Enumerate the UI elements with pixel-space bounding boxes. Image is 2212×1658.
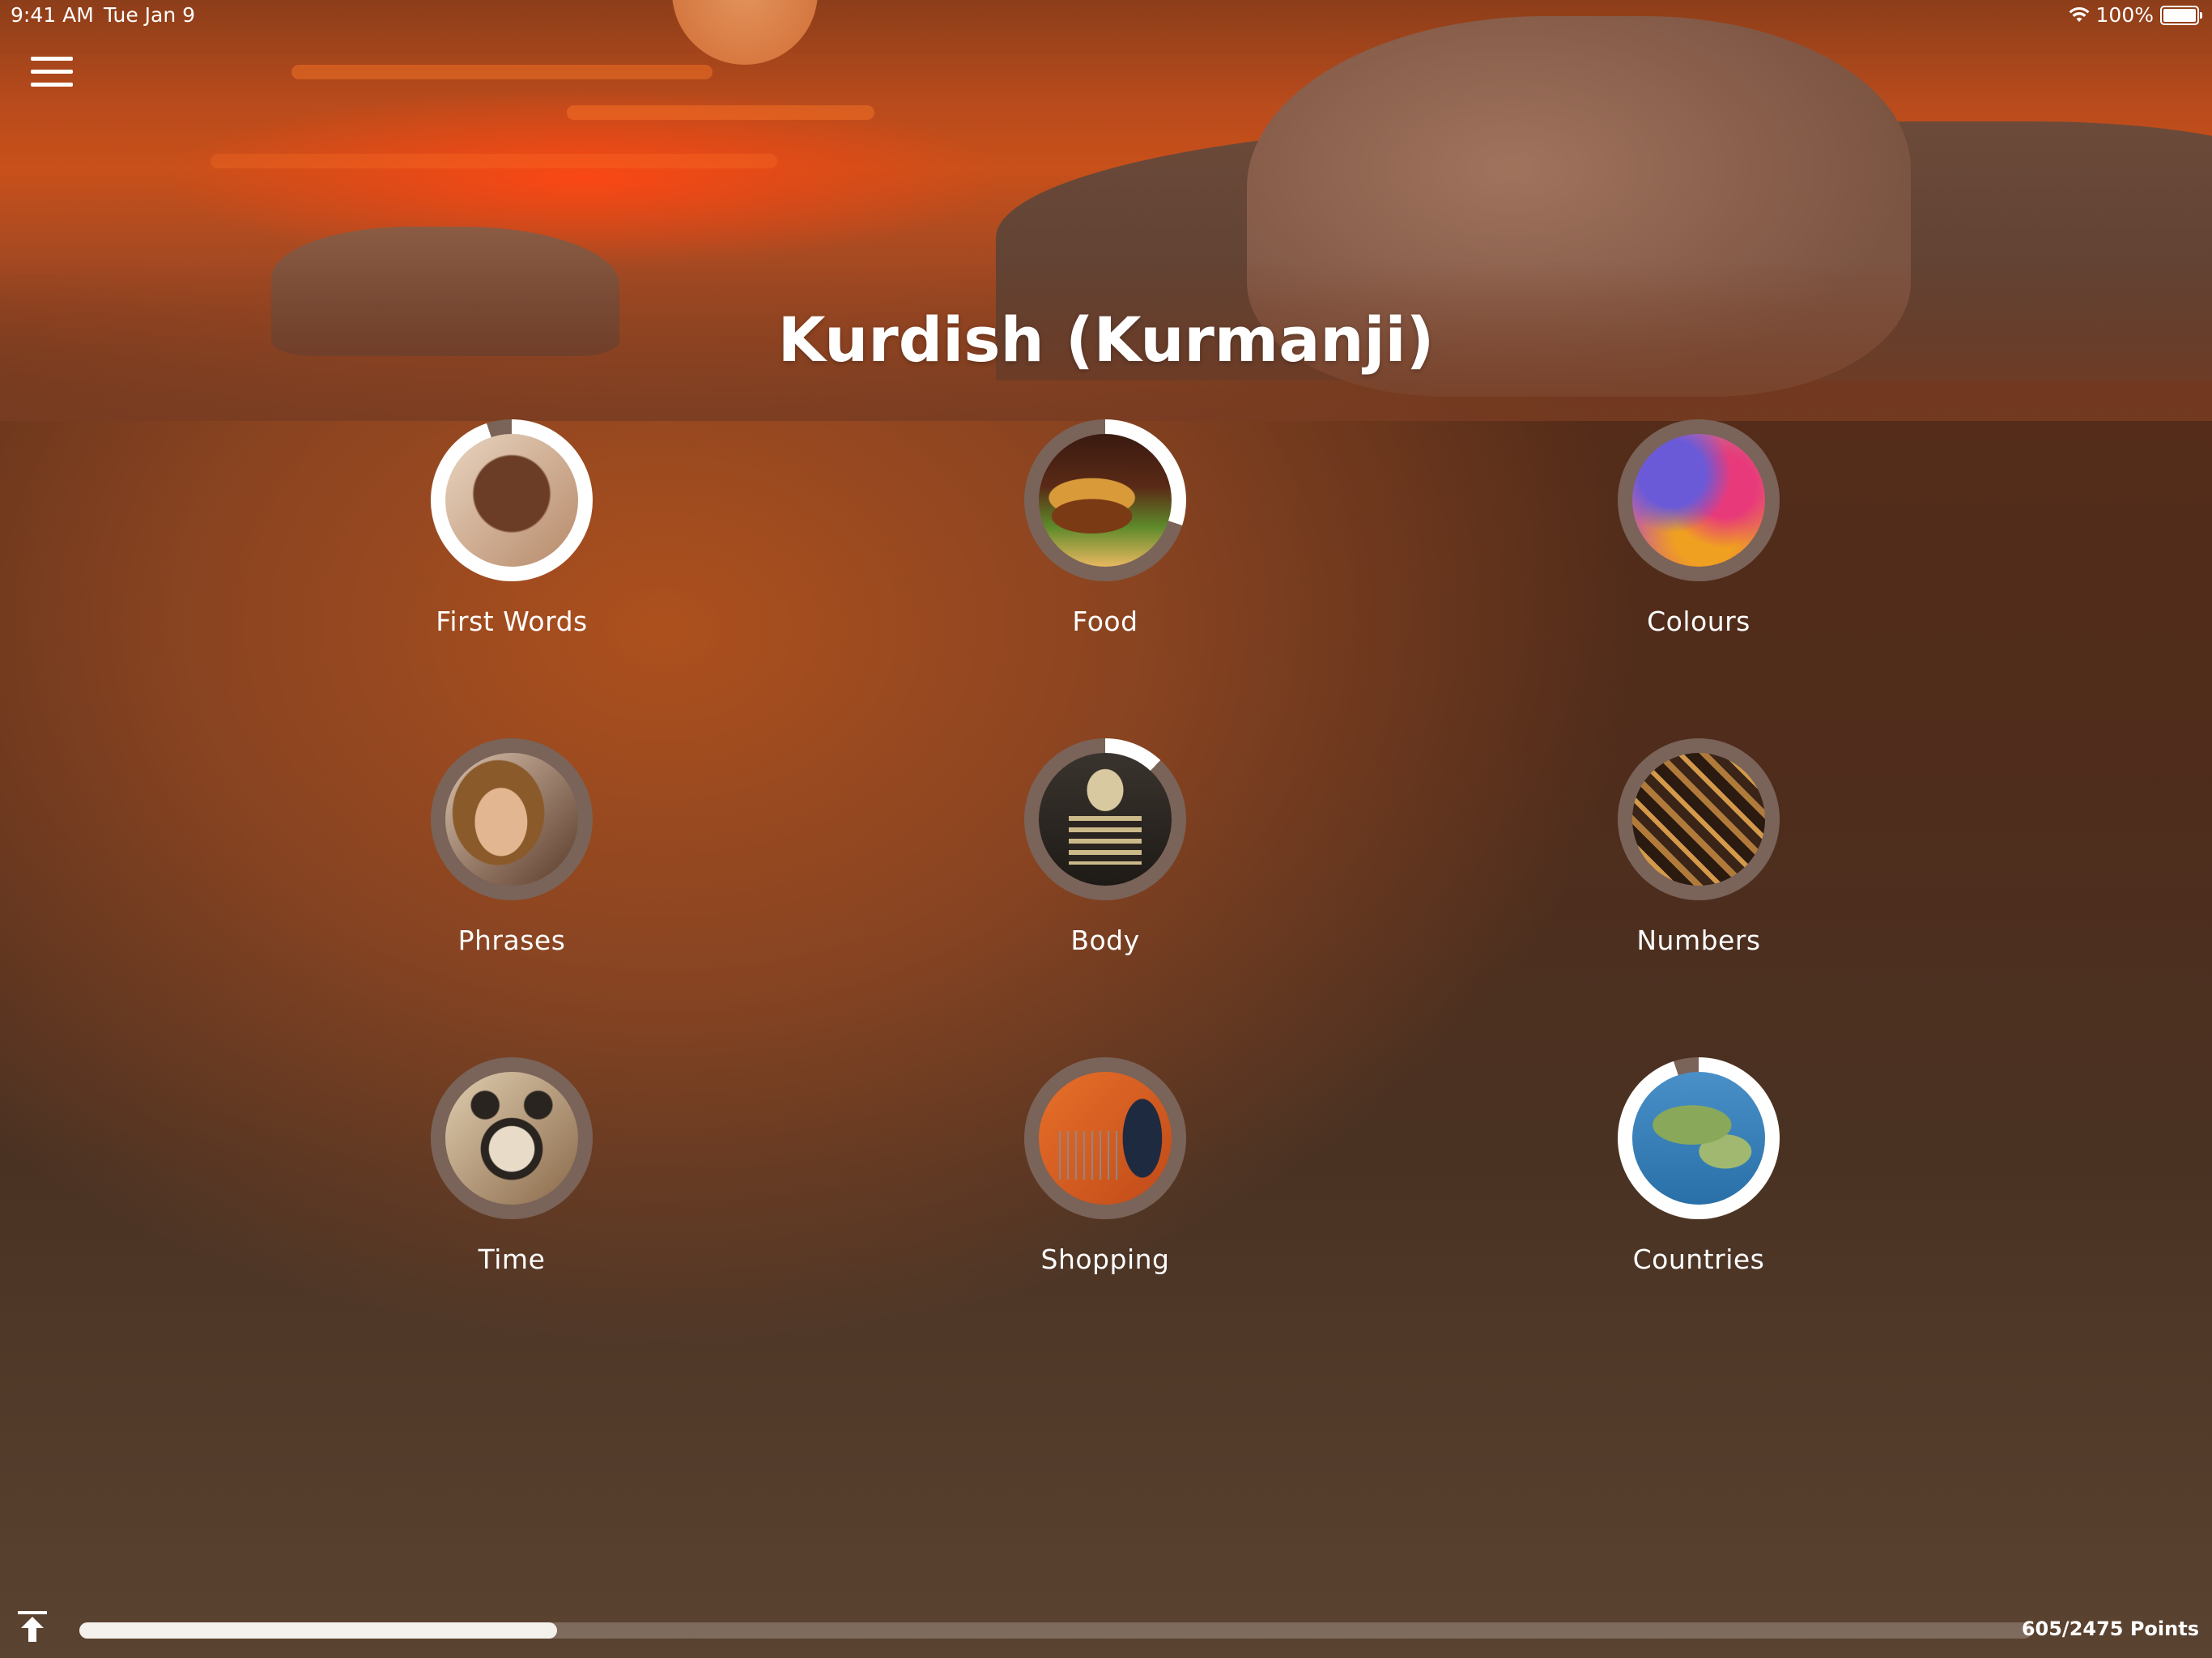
bottom-bar: 605/2475 Points	[0, 1601, 2212, 1658]
category-phrases[interactable]: Phrases	[350, 738, 674, 956]
category-label: Time	[478, 1244, 546, 1275]
burger-image	[1039, 434, 1172, 567]
progress-ring	[431, 738, 593, 900]
wifi-icon	[2069, 6, 2090, 22]
category-label: Colours	[1647, 606, 1750, 637]
category-colours[interactable]: Colours	[1537, 419, 1861, 637]
points-progress-bar	[79, 1622, 2032, 1639]
shopping-cart-image	[1039, 1072, 1172, 1205]
progress-ring	[1024, 419, 1186, 581]
category-grid: First Words Food Colours Phrases Body Nu…	[0, 0, 2212, 1658]
color-powder-image	[1632, 434, 1765, 567]
wooden-numbers-image	[1632, 753, 1765, 886]
status-right: 100%	[2069, 3, 2202, 27]
category-shopping[interactable]: Shopping	[943, 1057, 1267, 1275]
smiling-woman-image	[445, 753, 578, 886]
progress-ring	[1618, 738, 1780, 900]
menu-button[interactable]	[31, 55, 74, 89]
category-label: First Words	[436, 606, 588, 637]
points-progress-fill	[79, 1622, 557, 1639]
page-title: Kurdish (Kurmanji)	[777, 304, 1435, 376]
progress-ring	[1024, 738, 1186, 900]
progress-ring	[431, 1057, 593, 1219]
status-time: 9:41 AM	[11, 3, 94, 27]
points-label: 605/2475 Points	[2021, 1618, 2199, 1640]
category-label: Shopping	[1040, 1244, 1170, 1275]
progress-ring	[1618, 1057, 1780, 1219]
hamburger-icon	[31, 57, 73, 61]
category-label: Numbers	[1636, 925, 1761, 956]
category-countries[interactable]: Countries	[1537, 1057, 1861, 1275]
arrow-up-to-top-icon	[18, 1611, 47, 1642]
category-label: Phrases	[457, 925, 566, 956]
child-face-image	[445, 434, 578, 567]
alarm-clock-image	[445, 1072, 578, 1205]
category-body[interactable]: Body	[943, 738, 1267, 956]
status-date: Tue Jan 9	[104, 3, 196, 27]
progress-ring	[431, 419, 593, 581]
scroll-top-button[interactable]	[16, 1609, 49, 1645]
progress-ring	[1024, 1057, 1186, 1219]
category-first-words[interactable]: First Words	[350, 419, 674, 637]
world-map-image	[1632, 1072, 1765, 1205]
battery-percent: 100%	[2095, 3, 2154, 27]
skeleton-image	[1039, 753, 1172, 886]
category-numbers[interactable]: Numbers	[1537, 738, 1861, 956]
category-time[interactable]: Time	[350, 1057, 674, 1275]
category-food[interactable]: Food	[943, 419, 1267, 637]
category-label: Food	[1072, 606, 1138, 637]
category-label: Countries	[1632, 1244, 1765, 1275]
status-bar: 9:41 AM Tue Jan 9 100%	[0, 0, 2212, 32]
battery-icon	[2160, 5, 2202, 25]
progress-ring	[1618, 419, 1780, 581]
category-label: Body	[1070, 925, 1140, 956]
